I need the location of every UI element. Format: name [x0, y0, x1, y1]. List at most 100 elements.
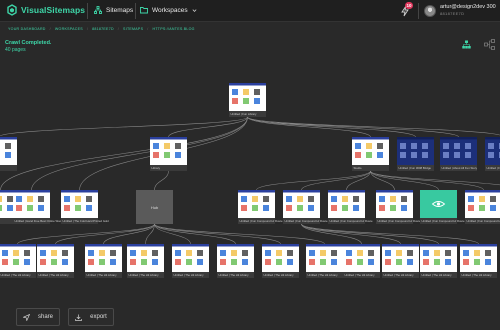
- level3-page-node[interactable]: Untitled | Fun Compound Hr Route: [238, 190, 283, 224]
- thumbnail-block: [38, 205, 44, 211]
- thumbnail-block: [434, 250, 440, 256]
- tree-view-icon[interactable]: [462, 40, 471, 49]
- thumbnail-block: [465, 143, 471, 149]
- level2-page-node[interactable]: Studio: [352, 137, 389, 171]
- thumbnail-block: [242, 250, 248, 256]
- thumbnail-block: [407, 250, 413, 256]
- notification-badge: 10: [405, 2, 413, 9]
- node-title: Untitled | Fun 3008 Bridge: [399, 166, 432, 170]
- flow-view-icon[interactable]: [484, 39, 495, 50]
- level4-page-node[interactable]: Untitled | The Hit Library: [85, 244, 122, 278]
- thumbnail-header: [283, 190, 320, 193]
- thumbnail-block: [385, 250, 391, 256]
- logo-text: VisualSitemaps: [21, 5, 86, 15]
- level4-page-node[interactable]: Untitled | The Hit Library: [217, 244, 254, 278]
- thumbnail: [150, 137, 187, 165]
- connector-line: [247, 116, 459, 138]
- thumbnail-header: [37, 244, 74, 247]
- thumbnail-block: [75, 205, 81, 211]
- connector-line: [103, 223, 155, 245]
- connector-lines: [0, 116, 500, 245]
- thumbnail-block: [276, 250, 282, 256]
- export-button[interactable]: export: [68, 308, 114, 326]
- thumbnail-header: [0, 137, 17, 140]
- thumbnail: [460, 244, 497, 272]
- breadcrumb-item[interactable]: YOUR DASHBOARD: [8, 27, 46, 31]
- level3-page-node[interactable]: Untitled | Hand Free Best Online Wood: [13, 190, 63, 224]
- node-title: Studio: [354, 166, 362, 170]
- thumbnail-header: [440, 137, 477, 140]
- level2-page-node[interactable]: Untitled | About All Fun Story: [440, 137, 478, 171]
- root-page-node[interactable]: Untitled | Fun Library: [229, 83, 266, 117]
- sitemap-canvas[interactable]: Untitled | Fun Library Library Studio Untit…: [0, 55, 500, 330]
- breadcrumb-item[interactable]: 88187EE7D: [92, 27, 114, 31]
- user-email[interactable]: artur@design2dev 300: [440, 4, 496, 10]
- share-button[interactable]: share: [16, 308, 60, 326]
- breadcrumb-item[interactable]: WORKSPACES: [55, 27, 83, 31]
- thumbnail-block: [164, 143, 170, 149]
- thumbnail-block: [252, 205, 258, 211]
- thumbnail-block: [423, 259, 429, 265]
- thumbnail-block: [286, 205, 292, 211]
- level2-page-node[interactable]: Library: [150, 137, 187, 171]
- thumbnail-block: [24, 250, 30, 256]
- thumbnail-block: [287, 259, 293, 265]
- thumbnail-header: [238, 190, 275, 193]
- thumbnail-block: [62, 250, 68, 256]
- level4-page-node[interactable]: Untitled | The Hit Library: [172, 244, 209, 278]
- level2-page-node[interactable]: [0, 137, 17, 171]
- thumbnail-block: [232, 89, 238, 95]
- thumbnail-block: [263, 196, 269, 202]
- thumbnail-block: [342, 196, 348, 202]
- thumbnail-block: [175, 250, 181, 256]
- level4-page-node[interactable]: Untitled | The Hit Library: [382, 244, 419, 278]
- avatar[interactable]: [424, 5, 436, 17]
- thumbnail-block: [308, 196, 314, 202]
- connector-line: [301, 223, 479, 245]
- level4-page-node[interactable]: Untitled | The Hit Library: [420, 244, 457, 278]
- thumbnail-block: [308, 205, 314, 211]
- level3-page-node[interactable]: Untitled | Fun Compound Hr Route: [283, 190, 328, 224]
- thumbnail-block: [454, 143, 460, 149]
- thumbnail-block: [40, 259, 46, 265]
- thumbnail-header: [420, 244, 457, 247]
- thumbnail-header: [0, 244, 36, 247]
- level4-page-node[interactable]: Untitled | The Hit Library: [37, 244, 74, 278]
- node-title: Untitled | Fun Compound Hr Route: [378, 219, 421, 223]
- thumbnail-block: [242, 259, 248, 265]
- level3-page-node[interactable]: Untitled | Fun Compound Hr Route: [328, 190, 373, 224]
- thumbnail-block: [16, 196, 22, 202]
- nav-workspaces[interactable]: Workspaces: [140, 6, 197, 14]
- thumbnail-block: [276, 259, 282, 265]
- node-title: Untitled | The Hit Library: [87, 273, 118, 277]
- thumbnail-block: [368, 259, 374, 265]
- level2-page-node[interactable]: Untitled | Fun 3008 Bridge: [397, 137, 434, 171]
- level4-page-node[interactable]: Untitled | The Hit Library: [0, 244, 36, 278]
- thumbnail-block: [422, 152, 428, 158]
- nav-sitemaps[interactable]: Sitemaps: [94, 6, 133, 14]
- breadcrumb-item[interactable]: SITEMAPS: [123, 27, 143, 31]
- thumbnail-block: [309, 259, 315, 265]
- logo[interactable]: VisualSitemaps: [6, 4, 85, 16]
- level4-page-node[interactable]: Untitled | The Hit Library: [343, 244, 380, 278]
- level2-page-node[interactable]: Untitled | Fun Library: [485, 137, 500, 171]
- thumbnail: [13, 190, 50, 218]
- level4-page-node[interactable]: Untitled | The Hit Library: [262, 244, 299, 278]
- thumbnail-block: [88, 250, 94, 256]
- breadcrumb-item[interactable]: HTTPS://ANTES.BLOG: [152, 27, 194, 31]
- thumbnail-block: [241, 196, 247, 202]
- page-count: 40 pages: [5, 47, 26, 53]
- connector-line: [370, 170, 484, 191]
- level4-page-node[interactable]: Untitled | The Hit Library: [127, 244, 164, 278]
- hub-node[interactable]: Hub: [136, 190, 173, 224]
- level4-page-node[interactable]: Untitled | The Hit Library: [460, 244, 497, 278]
- level4-page-node[interactable]: Untitled | The Hit Library: [306, 244, 343, 278]
- thumbnail-block: [320, 259, 326, 265]
- level3-page-node[interactable]: Untitled | Fun Compound Hr Route: [376, 190, 421, 224]
- thumbnail-block: [13, 259, 19, 265]
- level3-page-node[interactable]: Untitled | The Cold Hard Printed Gold: [61, 190, 109, 224]
- thumbnail-block: [485, 250, 491, 256]
- level3-page-node[interactable]: Untitled | Fun Compound Hr Route: [465, 190, 500, 224]
- level3-page-node[interactable]: Untitled | Fun Compound Hr Route: [420, 190, 465, 224]
- thumbnail: [420, 244, 457, 272]
